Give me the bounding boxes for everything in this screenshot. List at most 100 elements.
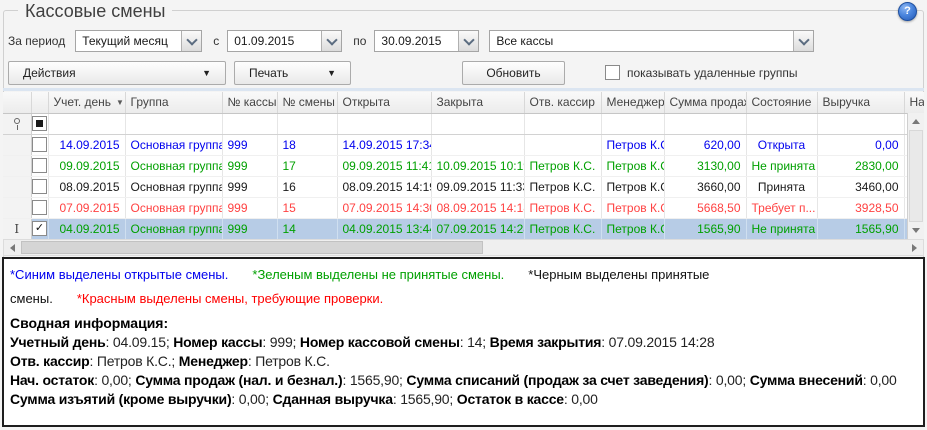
- table-row[interactable]: 09.09.2015Основная группа9991709.09.2015…: [3, 155, 924, 176]
- summary-title: Сводная информация:: [10, 314, 917, 333]
- cell-vyruchka: 3460,00: [817, 176, 904, 197]
- cell-otv-kassir: [524, 134, 601, 155]
- cashbox-select[interactable]: Все кассы: [489, 30, 814, 52]
- filter-cell[interactable]: [48, 113, 125, 134]
- cell-otv-kassir: Петров К.С.: [524, 155, 601, 176]
- cell-sostoyanie: Принята: [746, 176, 817, 197]
- select-all-checkbox[interactable]: [32, 116, 47, 131]
- filter-cell[interactable]: [277, 113, 337, 134]
- sort-desc-icon: ▼: [116, 98, 124, 107]
- cell-no-smeny: 16: [277, 176, 337, 197]
- dropdown-arrow-icon: ▼: [327, 68, 336, 78]
- cell-vyruchka: 0,00: [817, 134, 904, 155]
- chevron-down-icon[interactable]: [321, 31, 341, 51]
- filter-cell[interactable]: [524, 113, 601, 134]
- legend: *Синим выделены открытые смены.*Зеленым …: [10, 263, 917, 311]
- print-button-label: Печать: [249, 66, 288, 80]
- cell-otv-kassir: Петров К.С.: [524, 176, 601, 197]
- table-row[interactable]: I✓04.09.2015Основная группа9991404.09.20…: [3, 218, 924, 239]
- filter-cell[interactable]: [431, 113, 524, 134]
- cell-menedzher: Петров К.С.: [601, 134, 664, 155]
- cell-summa-prodazh: 3660,00: [664, 176, 746, 197]
- horizontal-scrollbar[interactable]: [3, 239, 924, 256]
- column-header-nach-ostatok[interactable]: Нач. остаток: [904, 92, 924, 113]
- cell-summa-prodazh: 1565,90: [664, 218, 746, 239]
- filter-cell[interactable]: [746, 113, 817, 134]
- arrow-left-icon: [10, 244, 15, 252]
- cell-gruppa: Основная группа: [125, 218, 222, 239]
- row-indicator-cell: [3, 134, 31, 155]
- vertical-scrollbar[interactable]: [907, 113, 924, 239]
- help-glyph: ?: [904, 5, 911, 17]
- arrow-down-icon: [912, 228, 920, 233]
- scroll-left-button[interactable]: [4, 240, 21, 255]
- filter-cell[interactable]: [664, 113, 746, 134]
- column-header-gruppa[interactable]: Группа: [125, 92, 222, 113]
- vertical-scroll-thumb[interactable]: [909, 130, 923, 222]
- cell-vyruchka: 1565,90: [817, 218, 904, 239]
- row-checkbox[interactable]: [32, 200, 47, 215]
- show-deleted-groups-checkbox[interactable]: показывать удаленные группы: [605, 65, 797, 80]
- table-row[interactable]: 14.09.2015Основная группа9991814.09.2015…: [3, 134, 924, 155]
- filter-cell[interactable]: [222, 113, 277, 134]
- cell-gruppa: Основная группа: [125, 197, 222, 218]
- date-from-input[interactable]: 01.09.2015: [227, 30, 342, 52]
- cell-otkryta: 07.09.2015 14:30: [337, 197, 431, 218]
- summary-line: Сумма изъятий (кроме выручки): 0,00; Сда…: [10, 390, 917, 409]
- cell-gruppa: Основная группа: [125, 134, 222, 155]
- filter-cell[interactable]: [817, 113, 904, 134]
- cell-otkryta: 14.09.2015 17:34: [337, 134, 431, 155]
- row-indicator-cell: [3, 176, 31, 197]
- column-header-no-smeny[interactable]: № смены: [277, 92, 337, 113]
- period-select[interactable]: Текущий месяц: [75, 30, 202, 52]
- scroll-down-button[interactable]: [908, 222, 924, 239]
- summary-line: Учетный день: 04.09.15; Номер кассы: 999…: [10, 333, 917, 352]
- scroll-right-button[interactable]: [906, 240, 923, 255]
- column-header-vyruchka[interactable]: Выручка: [817, 92, 904, 113]
- column-header-uchet-den[interactable]: Учет. день▼: [48, 92, 125, 113]
- column-header-menedzher[interactable]: Менеджер: [601, 92, 664, 113]
- horizontal-scroll-thumb[interactable]: [21, 241, 483, 254]
- print-button[interactable]: Печать ▼: [234, 61, 351, 85]
- row-checkbox[interactable]: ✓: [32, 221, 47, 236]
- table-row[interactable]: 07.09.2015Основная группа9991507.09.2015…: [3, 197, 924, 218]
- cell-sostoyanie: Требует п...: [746, 197, 817, 218]
- from-label: с: [213, 34, 219, 48]
- row-checkbox[interactable]: [32, 179, 47, 194]
- cell-menedzher: Петров К.С.: [601, 197, 664, 218]
- row-checkbox[interactable]: [32, 137, 47, 152]
- scroll-up-button[interactable]: [908, 113, 924, 130]
- date-to-input[interactable]: 30.09.2015: [374, 30, 479, 52]
- column-header-no-kassy[interactable]: № кассы: [222, 92, 277, 113]
- cell-otv-kassir: Петров К.С.: [524, 197, 601, 218]
- table-row[interactable]: 08.09.2015Основная группа9991608.09.2015…: [3, 176, 924, 197]
- column-header-zakryta[interactable]: Закрыта: [431, 92, 524, 113]
- cell-otkryta: 08.09.2015 14:19: [337, 176, 431, 197]
- summary-line: Нач. остаток: 0,00; Сумма продаж (нал. и…: [10, 371, 917, 390]
- actions-button[interactable]: Действия ▼: [8, 61, 226, 85]
- filter-row-pin-icon: [3, 113, 31, 134]
- cell-summa-prodazh: 5668,50: [664, 197, 746, 218]
- column-header-otkryta[interactable]: Открыта: [337, 92, 431, 113]
- filter-cell[interactable]: [337, 113, 431, 134]
- chevron-down-icon[interactable]: [793, 31, 813, 51]
- cell-gruppa: Основная группа: [125, 155, 222, 176]
- cell-zakryta: 07.09.2015 14:28: [431, 218, 524, 239]
- cell-zakryta: 08.09.2015 14:18: [431, 197, 524, 218]
- column-header-summa-prodazh[interactable]: Сумма продаж: [664, 92, 746, 113]
- help-icon[interactable]: ?: [898, 2, 917, 21]
- cell-otkryta: 04.09.2015 13:44: [337, 218, 431, 239]
- filter-cell[interactable]: [601, 113, 664, 134]
- column-header-sostoyanie[interactable]: Состояние: [746, 92, 817, 113]
- chevron-down-icon[interactable]: [181, 31, 201, 51]
- cell-menedzher: Петров К.С.: [601, 218, 664, 239]
- checkbox-box[interactable]: [605, 65, 620, 80]
- cell-no-kassy: 999: [222, 155, 277, 176]
- column-header-otv-kassir[interactable]: Отв. кассир: [524, 92, 601, 113]
- row-checkbox[interactable]: [32, 158, 47, 173]
- refresh-button[interactable]: Обновить: [462, 61, 565, 85]
- cell-vyruchka: 3928,50: [817, 197, 904, 218]
- chevron-down-icon[interactable]: [458, 31, 478, 51]
- column-header-label: Открыта: [343, 95, 390, 109]
- filter-cell[interactable]: [125, 113, 222, 134]
